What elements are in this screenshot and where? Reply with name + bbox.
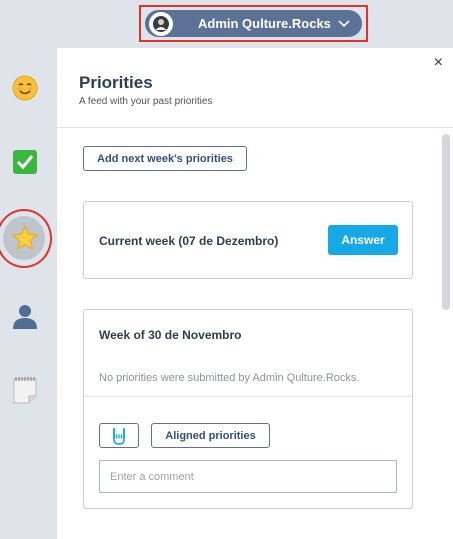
rock-hand-icon <box>113 427 125 445</box>
scrollbar[interactable] <box>442 134 450 534</box>
current-week-label: Current week (07 de Dezembro) <box>99 234 279 248</box>
rock-reaction-button[interactable] <box>99 423 139 448</box>
current-week-card: Current week (07 de Dezembro) Answer <box>83 201 413 279</box>
sidebar-item-priorities[interactable] <box>10 223 40 253</box>
star-icon <box>11 224 39 251</box>
avatar-icon <box>153 15 169 32</box>
divider <box>84 396 412 397</box>
add-priorities-button[interactable]: Add next week's priorities <box>83 146 247 171</box>
aligned-priorities-button[interactable]: Aligned priorities <box>151 423 270 448</box>
close-icon[interactable]: × <box>434 54 443 72</box>
check-mark-icon <box>13 150 37 174</box>
past-week-title: Week of 30 de Novembro <box>99 328 242 342</box>
sidebar-item-notes[interactable] <box>10 375 40 405</box>
page-subtitle: A feed with your past priorities <box>79 96 213 107</box>
scrollbar-thumb[interactable] <box>442 134 450 310</box>
past-week-card: Week of 30 de Novembro No priorities wer… <box>83 309 413 509</box>
chevron-down-icon <box>338 17 350 31</box>
person-silhouette-icon <box>13 305 37 329</box>
user-menu-highlight: Admin Qulture.Rocks <box>139 5 368 42</box>
panel-header: Priorities A feed with your past priorit… <box>57 48 453 128</box>
notepad-icon <box>13 377 37 404</box>
empty-priorities-message: No priorities were submitted by Admin Qu… <box>99 372 360 384</box>
priorities-panel: Priorities A feed with your past priorit… <box>57 48 453 539</box>
avatar <box>149 11 173 36</box>
user-menu-button[interactable]: Admin Qulture.Rocks <box>145 10 362 37</box>
user-name: Admin Qulture.Rocks <box>198 16 331 31</box>
smiling-face-icon <box>12 75 38 101</box>
page-title: Priorities <box>79 73 153 92</box>
sidebar-item-profile[interactable] <box>10 301 40 331</box>
comment-input[interactable] <box>99 460 397 493</box>
sidebar-item-tasks[interactable] <box>10 147 40 177</box>
answer-button[interactable]: Answer <box>328 225 398 255</box>
sidebar-item-mood[interactable] <box>10 73 40 103</box>
